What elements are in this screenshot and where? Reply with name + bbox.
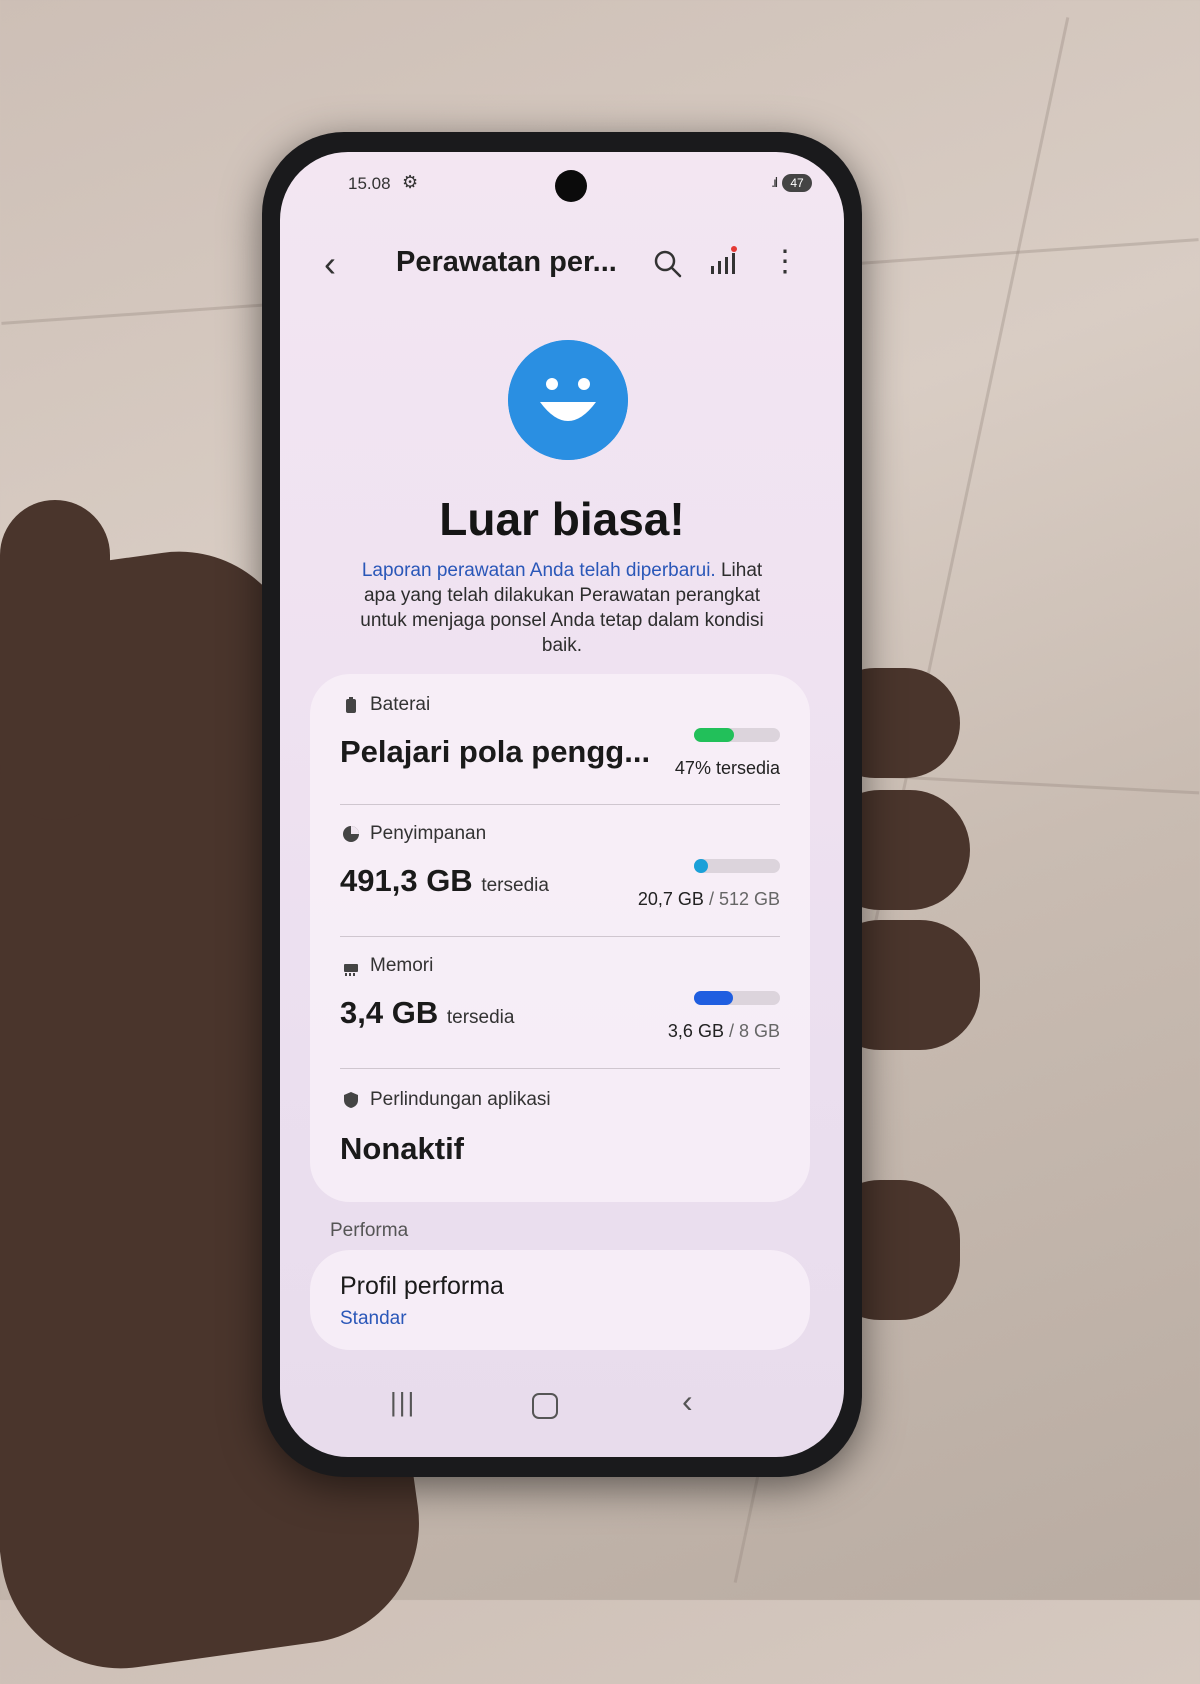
front-camera: [555, 170, 587, 202]
page-title: Perawatan per...: [396, 246, 617, 278]
bar-chart-icon[interactable]: [706, 244, 742, 280]
headline: Luar biasa!: [439, 493, 685, 545]
home-icon[interactable]: [532, 1393, 558, 1419]
status-time: 15.08: [348, 174, 391, 193]
status-card: Baterai Pelajari pola pengg... 47% terse…: [310, 674, 810, 1202]
app-bar: ‹ Perawatan per... ⋮: [280, 238, 844, 298]
storage-bar-fill: [694, 859, 708, 873]
memory-total: / 8 GB: [728, 1021, 780, 1041]
memory-bar-fill: [694, 991, 733, 1005]
memory-chip-icon: [344, 964, 358, 976]
more-vertical-icon[interactable]: ⋮: [770, 244, 800, 280]
app-protection-value: Nonaktif: [340, 1131, 464, 1166]
performance-header: Performa: [330, 1220, 409, 1241]
storage-amount: 491,3 GB: [340, 863, 473, 898]
performance-profile-value: Standar: [340, 1308, 407, 1329]
storage-suffix: tersedia: [481, 875, 549, 896]
chevron-left-icon[interactable]: ‹: [324, 244, 336, 284]
report-link[interactable]: Laporan perawatan Anda telah diperbarui.: [362, 560, 716, 581]
back-icon[interactable]: ‹: [682, 1383, 693, 1420]
memory-label: Memori: [370, 955, 434, 976]
battery-bar-fill: [694, 728, 735, 742]
memory-value: 3,4 GB tersedia: [340, 995, 514, 1031]
screen: 15.08 ⚙ .ıl 47 ‹ Perawatan per... ⋮ Luar…: [280, 152, 844, 1457]
storage-bar: [694, 859, 780, 873]
memory-amount: 3,4 GB: [340, 995, 439, 1030]
recent-apps-icon[interactable]: |||: [390, 1387, 416, 1418]
storage-label: Penyimpanan: [370, 823, 487, 844]
memory-caption: 3,6 GB / 8 GB: [668, 1021, 780, 1042]
pie-chart-icon: [343, 826, 359, 842]
storage-section[interactable]: Penyimpanan 491,3 GB tersedia 20,7 GB / …: [310, 805, 810, 935]
phone: 15.08 ⚙ .ıl 47 ‹ Perawatan per... ⋮ Luar…: [262, 132, 862, 1477]
storage-used: 20,7 GB: [637, 889, 704, 909]
battery-label: Baterai: [370, 694, 431, 715]
search-icon[interactable]: [650, 246, 686, 282]
battery-icon: 47: [782, 174, 812, 192]
memory-section[interactable]: Memori 3,4 GB tersedia 3,6 GB / 8 GB: [310, 937, 810, 1067]
signal-icon: .ıl: [771, 174, 778, 190]
battery-bar: [694, 728, 780, 742]
description: Laporan perawatan Anda telah diperbarui.…: [350, 558, 774, 658]
storage-value: 491,3 GB tersedia: [340, 863, 549, 899]
shield-icon: [344, 1092, 358, 1108]
hand-finger: [0, 500, 110, 820]
battery-section[interactable]: Baterai Pelajari pola pengg... 47% terse…: [310, 674, 810, 804]
performance-profile-item[interactable]: Profil performa Standar: [310, 1250, 810, 1350]
storage-caption: 20,7 GB / 512 GB: [638, 889, 780, 910]
app-protection-label: Perlindungan aplikasi: [370, 1089, 551, 1110]
performance-profile-title: Profil performa: [340, 1272, 504, 1300]
app-protection-section[interactable]: Perlindungan aplikasi Nonaktif: [310, 1069, 810, 1199]
memory-suffix: tersedia: [446, 1007, 515, 1028]
storage-total: / 512 GB: [708, 889, 780, 909]
battery-value: Pelajari pola pengg...: [340, 734, 651, 769]
memory-used: 3,6 GB: [667, 1021, 724, 1041]
navigation-bar: ||| ‹: [280, 1383, 844, 1427]
memory-bar: [694, 991, 780, 1005]
smiley-icon: [508, 340, 628, 460]
gear-icon: ⚙: [402, 172, 419, 192]
battery-icon: [346, 697, 356, 713]
battery-caption: 47% tersedia: [674, 758, 780, 778]
